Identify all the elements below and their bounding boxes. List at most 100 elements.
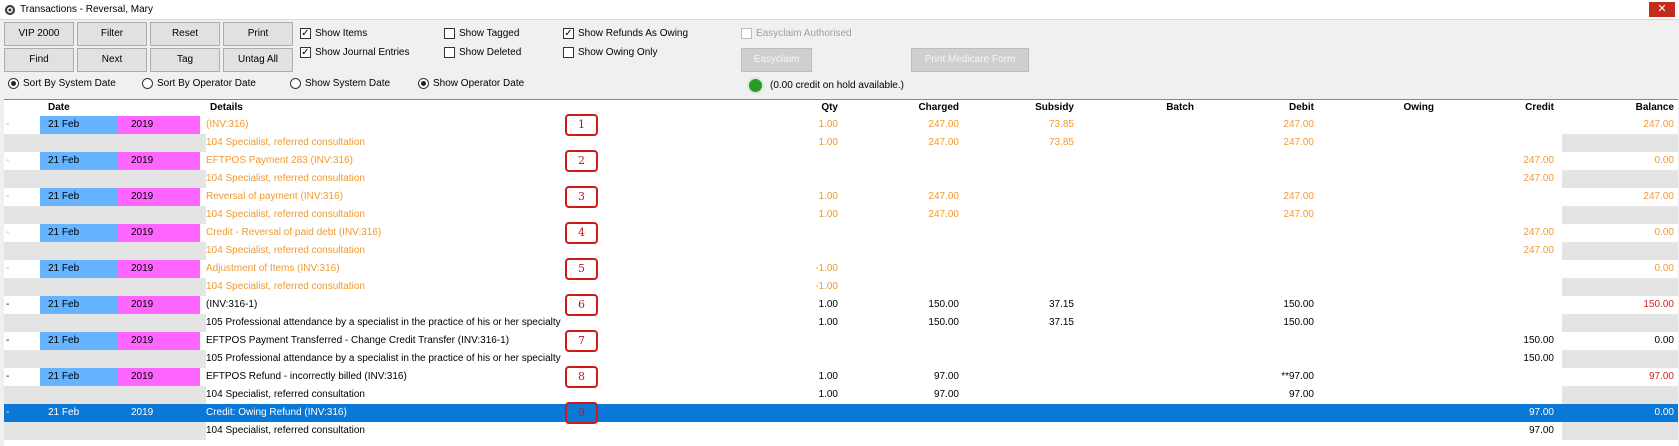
show-items-checkbox[interactable]: ✓ Show Items: [300, 28, 367, 39]
table-sub-row[interactable]: 104 Specialist, referred consultation 1.0…: [4, 206, 1678, 224]
column-header-subsidy[interactable]: Subsidy: [994, 102, 1074, 113]
filter-button[interactable]: Filter: [77, 22, 147, 46]
print-button[interactable]: Print: [223, 22, 293, 46]
table-sub-row[interactable]: 104 Specialist, referred consultation 1.0…: [4, 134, 1678, 152]
show-deleted-checkbox[interactable]: Show Deleted: [444, 47, 521, 58]
table-row[interactable]: - 21 Feb 2019 EFTPOS Payment 283 (INV:316) 2…: [4, 152, 1678, 170]
next-button[interactable]: Next: [77, 48, 147, 72]
column-header-balance[interactable]: Balance: [1594, 102, 1674, 113]
checkbox-box[interactable]: ✓: [563, 28, 574, 39]
column-header-credit[interactable]: Credit: [1474, 102, 1554, 113]
date-cell: 21 Feb: [40, 368, 117, 386]
sub-credit-cell: [1474, 278, 1554, 296]
date-cell: 21 Feb: [40, 224, 117, 242]
details-cell: EFTPOS Payment 283 (INV:316): [206, 155, 353, 166]
qty-cell: [774, 404, 838, 422]
checkbox-label: Show Items: [315, 28, 368, 39]
table-sub-row[interactable]: 104 Specialist, referred consultation 247…: [4, 170, 1678, 188]
table-row[interactable]: - 21 Feb 2019 (INV:316-1) 1.00 150.00 37.15 150…: [4, 296, 1678, 314]
qty-cell: [774, 224, 838, 242]
checkbox-box[interactable]: ✓: [300, 47, 311, 58]
checkbox-label: Show Tagged: [459, 28, 520, 39]
balance-cell: 0.00: [1654, 263, 1674, 274]
column-header-batch[interactable]: Batch: [1114, 102, 1194, 113]
balance-cell: 0.00: [1654, 407, 1674, 418]
column-header-date[interactable]: Date: [48, 102, 70, 113]
radio-circle[interactable]: [8, 78, 19, 89]
radio-circle[interactable]: [418, 78, 429, 89]
find-button[interactable]: Find: [4, 48, 74, 72]
radio-circle[interactable]: [290, 78, 301, 89]
checkbox-box[interactable]: [563, 47, 574, 58]
table-sub-row[interactable]: 104 Specialist, referred consultation 97.…: [4, 422, 1678, 440]
annotation-number: 8: [565, 366, 598, 388]
qty-cell: 1.00: [818, 299, 838, 310]
radio-circle[interactable]: [142, 78, 153, 89]
sub-qty-cell: [774, 422, 838, 440]
column-header-charged[interactable]: Charged: [874, 102, 959, 113]
debit-cell: 150.00: [1283, 299, 1314, 310]
sub-charged-cell: 247.00: [928, 137, 959, 148]
column-header-details[interactable]: Details: [210, 102, 243, 113]
row-selector: -: [6, 299, 10, 310]
qty-cell: 1.00: [818, 119, 838, 130]
charged-cell: [874, 260, 959, 278]
table-row[interactable]: - 21 Feb 2019 Reversal of payment (INV:316)…: [4, 188, 1678, 206]
window-title: Transactions - Reversal, Mary: [20, 4, 153, 15]
date-cell: 21 Feb: [40, 260, 117, 278]
radio-label: Sort By Operator Date: [157, 78, 256, 89]
sub-charged-cell: 150.00: [928, 317, 959, 328]
year-cell: 2019: [117, 368, 200, 386]
sub-subsidy-cell: [994, 350, 1074, 368]
sub-credit-cell: 97.00: [1528, 425, 1554, 436]
show-operator-date-radio[interactable]: Show Operator Date: [418, 78, 524, 89]
table-row[interactable]: - 21 Feb 2019 (INV:316) 1.00 247.00 73.85 247.0…: [4, 116, 1678, 134]
sub-row-gutter: [4, 242, 206, 260]
annotation-number: 3: [565, 186, 598, 208]
column-header-debit[interactable]: Debit: [1234, 102, 1314, 113]
column-header-qty[interactable]: Qty: [804, 102, 838, 113]
table-sub-row[interactable]: 104 Specialist, referred consultation 1.0…: [4, 386, 1678, 404]
show-journal-entries-checkbox[interactable]: ✓ Show Journal Entries: [300, 47, 410, 58]
table-sub-row[interactable]: 105 Professional attendance by a special…: [4, 314, 1678, 332]
transactions-grid[interactable]: Date Details Qty Charged Subsidy Batch D…: [4, 99, 1678, 446]
show-tagged-checkbox[interactable]: Show Tagged: [444, 28, 519, 39]
annotation-number: 2: [565, 150, 598, 172]
sub-balance-cell: [1562, 170, 1678, 188]
show-refunds-as-owing-checkbox[interactable]: ✓ Show Refunds As Owing: [563, 28, 688, 39]
credit-cell: 150.00: [1523, 335, 1554, 346]
sort-by-system-date-radio[interactable]: Sort By System Date: [8, 78, 116, 89]
table-row[interactable]: - 21 Feb 2019 Credit - Reversal of paid deb…: [4, 224, 1678, 242]
subsidy-cell: [994, 224, 1074, 242]
table-row[interactable]: - 21 Feb 2019 EFTPOS Payment Transferred - …: [4, 332, 1678, 350]
sub-credit-cell: 247.00: [1523, 245, 1554, 256]
tag-button[interactable]: Tag: [150, 48, 220, 72]
annotation-number: 5: [565, 258, 598, 280]
balance-cell: 97.00: [1648, 371, 1674, 382]
vip2000-button[interactable]: VIP 2000: [4, 22, 74, 46]
table-sub-row[interactable]: 104 Specialist, referred consultation 247…: [4, 242, 1678, 260]
table-row[interactable]: - 21 Feb 2019 Adjustment of Items (INV:316)…: [4, 260, 1678, 278]
sub-qty-cell: [774, 170, 838, 188]
table-row[interactable]: - 21 Feb 2019 Credit: Owing Refund (INV:316…: [4, 404, 1678, 422]
show-owing-only-checkbox[interactable]: Show Owing Only: [563, 47, 657, 58]
balance-cell: 247.00: [1643, 191, 1674, 202]
untag-all-button[interactable]: Untag All: [223, 48, 293, 72]
column-header-owing[interactable]: Owing: [1354, 102, 1434, 113]
credit-cell: [1474, 260, 1554, 278]
checkbox-box[interactable]: ✓: [300, 28, 311, 39]
checkbox-box[interactable]: [444, 47, 455, 58]
show-system-date-radio[interactable]: Show System Date: [290, 78, 390, 89]
reset-button[interactable]: Reset: [150, 22, 220, 46]
close-button[interactable]: ✕: [1649, 2, 1675, 17]
table-row[interactable]: - 21 Feb 2019 EFTPOS Refund - incorrectly b…: [4, 368, 1678, 386]
table-sub-row[interactable]: 105 Professional attendance by a special…: [4, 350, 1678, 368]
debit-cell: **97.00: [1281, 371, 1314, 382]
checkbox-box[interactable]: [444, 28, 455, 39]
radio-label: Show Operator Date: [433, 78, 525, 89]
table-sub-row[interactable]: 104 Specialist, referred consultation -1.…: [4, 278, 1678, 296]
charged-cell: 247.00: [928, 119, 959, 130]
annotation-number: 4: [565, 222, 598, 244]
credit-cell: 97.00: [1528, 407, 1554, 418]
sort-by-operator-date-radio[interactable]: Sort By Operator Date: [142, 78, 256, 89]
